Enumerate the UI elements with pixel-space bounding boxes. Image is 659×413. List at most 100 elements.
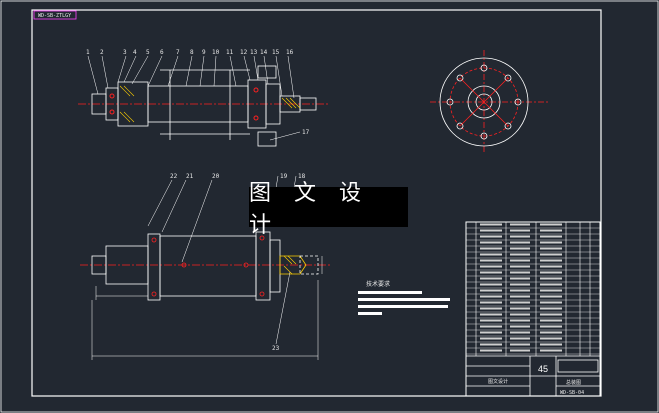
parts-list-cell-text: [510, 277, 530, 280]
callout-14: 14: [260, 49, 268, 56]
parts-list-cell-text: [540, 349, 562, 352]
parts-list-cell-text: [540, 319, 562, 322]
parts-list-cell-text: [510, 343, 530, 346]
title-block-company: 图文设计: [488, 378, 508, 385]
parts-list-cell-text: [510, 307, 530, 310]
parts-list-cell-text: [510, 301, 530, 304]
parts-list-cell-text: [540, 241, 562, 244]
parts-list-cell-text: [510, 313, 530, 316]
callout-9: 9: [202, 49, 206, 56]
parts-list-cell-text: [480, 343, 502, 346]
callout-3: 3: [123, 49, 127, 56]
parts-list-cell-text: [480, 349, 502, 352]
parts-list-cell-text: [480, 313, 502, 316]
parts-list-cell-text: [510, 319, 530, 322]
parts-list-cell-text: [480, 253, 502, 256]
parts-list-cell-text: [510, 253, 530, 256]
parts-list-cell-text: [510, 331, 530, 334]
parts-list-cell-text: [510, 337, 530, 340]
callout-13: 13: [250, 49, 258, 56]
parts-list-cell-text: [480, 271, 502, 274]
callout-2: 2: [100, 49, 104, 56]
parts-list-cell-text: [480, 337, 502, 340]
parts-list-cell-text: [510, 247, 530, 250]
parts-list-cell-text: [510, 229, 530, 232]
flange-end-view: [430, 50, 548, 152]
top-callouts: 1 2 3 4 5 6 7 8 9 10 11 12 13 14 15 16 1…: [86, 49, 310, 136]
parts-list-cell-text: [480, 295, 502, 298]
parts-list-cell-text: [510, 283, 530, 286]
parts-list-cell-text: [480, 307, 502, 310]
tech-req-line-2: [358, 298, 450, 301]
watermark-banner: 图 文 设 计: [249, 181, 408, 238]
callout-11: 11: [226, 49, 234, 56]
parts-list-cell-text: [480, 259, 502, 262]
parts-list-cell-text: [510, 289, 530, 292]
tech-req-line-3: [358, 305, 448, 308]
parts-list-cell-text: [540, 313, 562, 316]
callout-7: 7: [176, 49, 180, 56]
parts-list-cell-text: [510, 223, 530, 226]
technical-requirements: 技术要求: [358, 280, 450, 315]
callout-6: 6: [160, 49, 164, 56]
parts-list-cell-text: [510, 259, 530, 262]
callout-1: 1: [86, 49, 90, 56]
parts-list-cell-text: [510, 235, 530, 238]
parts-list-cell-text: [540, 259, 562, 262]
parts-list-cell-text: [480, 325, 502, 328]
parts-list-cell-text: [540, 337, 562, 340]
parts-list-cell-text: [540, 247, 562, 250]
callout-22: 22: [170, 173, 178, 180]
callout-21: 21: [186, 173, 194, 180]
callout-20: 20: [212, 173, 220, 180]
drawing-canvas: WD-SB-ZTLGY 1 2 3 4 5 6 7 8 9 10 11 12 1…: [0, 0, 659, 413]
tech-req-title: 技术要求: [366, 280, 390, 288]
parts-list-cell-text: [510, 349, 530, 352]
tech-req-line-4: [358, 312, 382, 315]
parts-list-cell-text: [480, 289, 502, 292]
parts-list-cell-text: [480, 235, 502, 238]
title-block-code: WD-SB-04: [560, 390, 584, 396]
title-block-name: 总装图: [566, 379, 581, 386]
title-block-scale: 45: [538, 364, 548, 374]
callout-10: 10: [212, 49, 220, 56]
parts-list-cell-text: [480, 265, 502, 268]
callout-17: 17: [302, 129, 310, 136]
parts-list-cell-text: [540, 307, 562, 310]
parts-list-cell-text: [540, 229, 562, 232]
parts-list-cell-text: [540, 289, 562, 292]
parts-list-cell-text: [480, 331, 502, 334]
parts-list-cell-text: [540, 325, 562, 328]
parts-list-cell-text: [510, 265, 530, 268]
top-assembly-view: [78, 55, 330, 147]
callout-5: 5: [146, 49, 150, 56]
title-tag-text: WD-SB-ZTLGY: [38, 13, 71, 19]
parts-list-cell-text: [540, 223, 562, 226]
parts-list-cell-text: [540, 331, 562, 334]
parts-list-cell-text: [510, 271, 530, 274]
callout-4: 4: [133, 49, 137, 56]
parts-list-cell-text: [480, 247, 502, 250]
callout-8: 8: [190, 49, 194, 56]
parts-list-cell-text: [480, 229, 502, 232]
tech-req-line-1: [358, 291, 422, 294]
parts-list-cell-text: [510, 295, 530, 298]
parts-list-cell-text: [540, 277, 562, 280]
parts-list-cell-text: [480, 223, 502, 226]
parts-list-cell-text: [480, 241, 502, 244]
parts-list-cell-text: [510, 325, 530, 328]
parts-list-cell-text: [540, 301, 562, 304]
parts-list-cell-text: [540, 343, 562, 346]
parts-list-cell-text: [510, 241, 530, 244]
parts-list-cell-text: [540, 295, 562, 298]
parts-list-cell-text: [480, 319, 502, 322]
parts-list-cell-text: [480, 301, 502, 304]
parts-list-cell-text: [540, 265, 562, 268]
callout-15: 15: [272, 49, 280, 56]
parts-list-cell-text: [540, 253, 562, 256]
parts-list-cell-text: [540, 235, 562, 238]
callout-16: 16: [286, 49, 294, 56]
parts-list-cell-text: [480, 283, 502, 286]
parts-list-cell-text: [540, 283, 562, 286]
parts-list-cell-text: [480, 277, 502, 280]
